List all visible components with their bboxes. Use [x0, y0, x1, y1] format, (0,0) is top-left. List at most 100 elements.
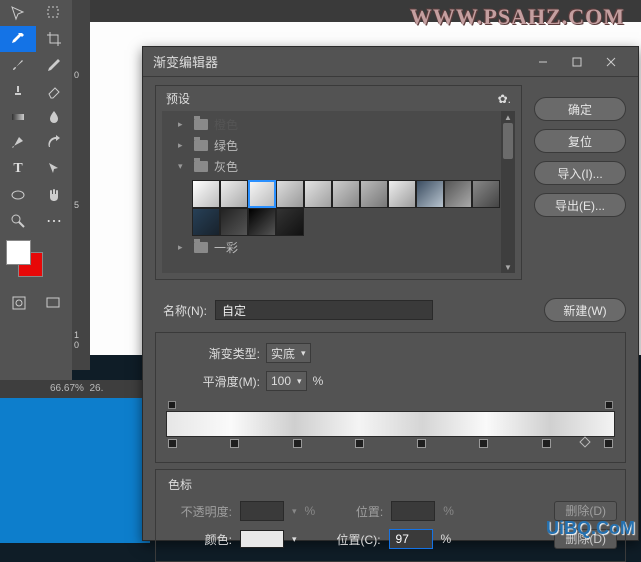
gradient-swatch[interactable] [220, 180, 248, 208]
folder-icon [194, 119, 208, 130]
foreground-background-swatch[interactable] [6, 240, 46, 280]
presets-list[interactable]: ▸橙色 ▸绿色 ▾灰色 [162, 111, 515, 273]
color-stop[interactable] [230, 439, 239, 448]
name-label: 名称(N): [155, 302, 207, 319]
presets-title: 预设 [166, 90, 498, 107]
gradient-swatch[interactable] [192, 208, 220, 236]
midpoint-diamond[interactable] [579, 436, 590, 447]
pen-tool[interactable] [0, 130, 36, 156]
foreground-color[interactable] [6, 240, 31, 265]
color-stop[interactable] [479, 439, 488, 448]
color-stop[interactable] [604, 439, 613, 448]
gradient-swatch[interactable] [276, 180, 304, 208]
maximize-button[interactable] [560, 50, 594, 74]
dialog-titlebar[interactable]: 渐变编辑器 [143, 47, 638, 77]
stamp-tool[interactable] [0, 78, 36, 104]
move-tool[interactable] [0, 0, 36, 26]
quickmask-tool[interactable] [4, 290, 34, 316]
eyedropper-tool[interactable] [0, 26, 36, 52]
color-stops-panel: 色标 不透明度: ▾ % 位置: % 删除(D) 颜色: ▾ 位置(C): % … [155, 469, 626, 562]
position2-unit: % [441, 532, 452, 546]
smoothness-unit: % [313, 374, 324, 388]
gradient-swatch[interactable] [416, 180, 444, 208]
gradient-swatch[interactable] [248, 208, 276, 236]
opacity-stop[interactable] [605, 401, 613, 409]
gradient-swatch-selected[interactable] [248, 180, 276, 208]
name-input[interactable] [215, 300, 433, 320]
scrollbar[interactable]: ▲ ▼ [501, 111, 515, 273]
gradient-swatch[interactable] [444, 180, 472, 208]
hand-tool[interactable] [36, 182, 72, 208]
blur-tool[interactable] [36, 104, 72, 130]
preset-folder[interactable]: ▸一彩 [174, 238, 503, 259]
scrollbar-thumb[interactable] [503, 123, 513, 159]
gradtype-select[interactable]: 实底▾ [266, 343, 311, 363]
chevron-down-icon: ▾ [297, 376, 302, 387]
export-button[interactable]: 导出(E)... [534, 193, 626, 217]
gradient-swatch[interactable] [388, 180, 416, 208]
opacity-unit: % [305, 504, 316, 518]
pencil-tool[interactable] [36, 52, 72, 78]
presets-gear-icon[interactable]: ✿. [498, 92, 511, 106]
scroll-down-icon[interactable]: ▼ [501, 261, 515, 273]
opacity-input [240, 501, 284, 521]
ok-button[interactable]: 确定 [534, 97, 626, 121]
position-label: 位置: [323, 503, 383, 520]
dialog-title: 渐变编辑器 [153, 52, 526, 71]
close-button[interactable] [594, 50, 628, 74]
position2-label: 位置(C): [305, 531, 381, 548]
gradient-swatch[interactable] [220, 208, 248, 236]
gradient-swatch[interactable] [276, 208, 304, 236]
color-stop[interactable] [417, 439, 426, 448]
more-tools[interactable]: ⋯ [36, 208, 72, 234]
position2-input[interactable] [389, 529, 433, 549]
minimize-button[interactable] [526, 50, 560, 74]
crop-tool[interactable] [36, 26, 72, 52]
folder-icon [194, 140, 208, 151]
gradient-bar[interactable] [166, 411, 615, 437]
new-button[interactable]: 新建(W) [544, 298, 626, 322]
import-button[interactable]: 导入(I)... [534, 161, 626, 185]
opacity-stop[interactable] [168, 401, 176, 409]
gradient-editor-dialog: 渐变编辑器 预设 ✿. ▸橙色 ▸绿色 ▾灰色 [142, 46, 639, 541]
preset-folder[interactable]: ▾灰色 [174, 157, 503, 178]
color-stop[interactable] [355, 439, 364, 448]
color-label: 颜色: [164, 531, 232, 548]
color-stop[interactable] [293, 439, 302, 448]
stop-color-swatch[interactable] [240, 530, 284, 548]
type-tool[interactable]: T [0, 156, 36, 182]
position-input [391, 501, 435, 521]
gradient-swatch[interactable] [332, 180, 360, 208]
chevron-down-icon: ▾ [292, 506, 297, 517]
gradient-swatch[interactable] [192, 180, 220, 208]
screenmode-tool[interactable] [38, 290, 68, 316]
gradient-swatch[interactable] [304, 180, 332, 208]
folder-icon [194, 161, 208, 172]
zoom-status: 66.67% 26. [0, 380, 145, 398]
preset-folder[interactable]: ▸橙色 [174, 115, 503, 136]
zoom-tool[interactable] [0, 208, 36, 234]
gradtype-label: 渐变类型: [164, 345, 260, 362]
eraser-tool[interactable] [36, 78, 72, 104]
brush-tool[interactable] [0, 52, 36, 78]
tools-panel: T ⋯ [0, 0, 72, 397]
history-brush-tool[interactable] [36, 130, 72, 156]
smoothness-input[interactable]: 100▾ [266, 371, 307, 391]
watermark-bottom: UiBQ.CoM [546, 518, 635, 539]
watermark-top: WWW.PSAHZ.COM [410, 4, 625, 30]
path-select-tool[interactable] [36, 156, 72, 182]
preset-folder[interactable]: ▸绿色 [174, 136, 503, 157]
ellipse-tool[interactable] [0, 182, 36, 208]
color-stop[interactable] [542, 439, 551, 448]
color-stop[interactable] [168, 439, 177, 448]
colorstops-header: 色标 [164, 476, 617, 497]
gradient-swatch[interactable] [360, 180, 388, 208]
artboard-tool[interactable] [36, 0, 72, 26]
gradient-settings-panel: 渐变类型: 实底▾ 平滑度(M): 100▾ % [155, 332, 626, 463]
gradient-swatch[interactable] [472, 180, 500, 208]
gradient-swatches [174, 178, 503, 238]
presets-panel: 预设 ✿. ▸橙色 ▸绿色 ▾灰色 [155, 85, 522, 280]
reset-button[interactable]: 复位 [534, 129, 626, 153]
gradient-tool[interactable] [0, 104, 36, 130]
scroll-up-icon[interactable]: ▲ [501, 111, 515, 123]
